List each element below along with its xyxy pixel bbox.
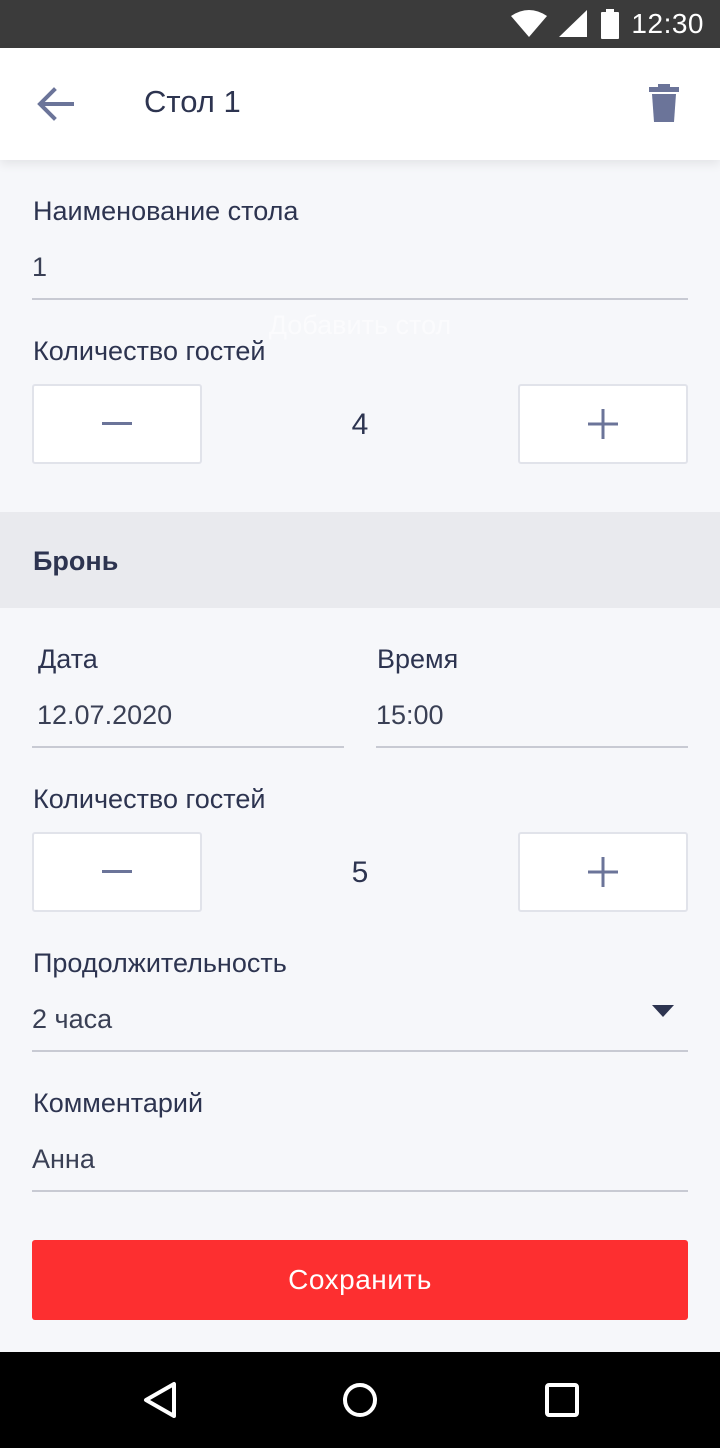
date-input[interactable]: 12.07.2020	[37, 700, 172, 731]
table-guests-increment-button[interactable]	[518, 384, 688, 464]
minus-icon	[102, 422, 132, 425]
booking-guests-increment-button[interactable]	[518, 832, 688, 912]
back-button[interactable]	[36, 86, 76, 122]
time-label: Время	[377, 644, 459, 674]
system-nav-bar	[0, 1352, 720, 1448]
date-underline	[32, 746, 344, 748]
page-title: Стол 1	[144, 84, 241, 119]
duration-label: Продолжительность	[33, 948, 287, 978]
triangle-back-icon	[144, 1382, 176, 1418]
table-name-input[interactable]: 1	[32, 252, 47, 283]
app-bar: Стол 1	[0, 48, 720, 160]
minus-icon	[102, 870, 132, 873]
booking-guests-value: 5	[351, 856, 369, 889]
arrow-left-icon	[37, 87, 74, 121]
trash-icon	[649, 84, 679, 122]
time-underline	[376, 746, 688, 748]
duration-select[interactable]: 2 часа	[32, 1004, 112, 1035]
comment-label: Комментарий	[33, 1088, 204, 1118]
nav-back-button[interactable]	[140, 1380, 180, 1420]
booking-guests-label: Количество гостей	[33, 784, 266, 814]
table-form: Наименование стола 1 Добавить стол Колич…	[0, 160, 720, 1352]
cell-signal-icon	[559, 10, 588, 37]
comment-underline	[32, 1190, 688, 1192]
table-name-label: Наименование стола	[33, 196, 299, 226]
plus-icon	[588, 857, 618, 887]
booking-guests-decrement-button[interactable]	[32, 832, 202, 912]
status-time: 12:30	[631, 8, 704, 39]
nav-recents-button[interactable]	[542, 1380, 582, 1420]
table-guests-value: 4	[351, 408, 369, 441]
square-recents-icon	[545, 1383, 579, 1417]
time-input[interactable]: 15:00	[376, 700, 444, 731]
booking-section-title: Бронь	[33, 546, 119, 576]
table-guests-decrement-button[interactable]	[32, 384, 202, 464]
status-bar: 12:30	[0, 0, 720, 48]
wifi-icon	[511, 10, 548, 37]
plus-icon	[588, 409, 618, 439]
nav-home-button[interactable]	[340, 1380, 380, 1420]
battery-icon	[601, 9, 620, 39]
table-name-underline	[32, 298, 688, 300]
delete-button[interactable]	[646, 84, 682, 124]
save-button[interactable]: Сохранить	[32, 1240, 688, 1320]
circle-home-icon	[343, 1383, 377, 1417]
date-label: Дата	[38, 644, 98, 674]
booking-section-header: Бронь	[0, 512, 720, 608]
table-guests-label: Количество гостей	[33, 336, 266, 366]
duration-underline	[32, 1050, 688, 1052]
caret-down-icon[interactable]	[652, 1005, 674, 1017]
comment-input[interactable]: Анна	[32, 1144, 95, 1175]
